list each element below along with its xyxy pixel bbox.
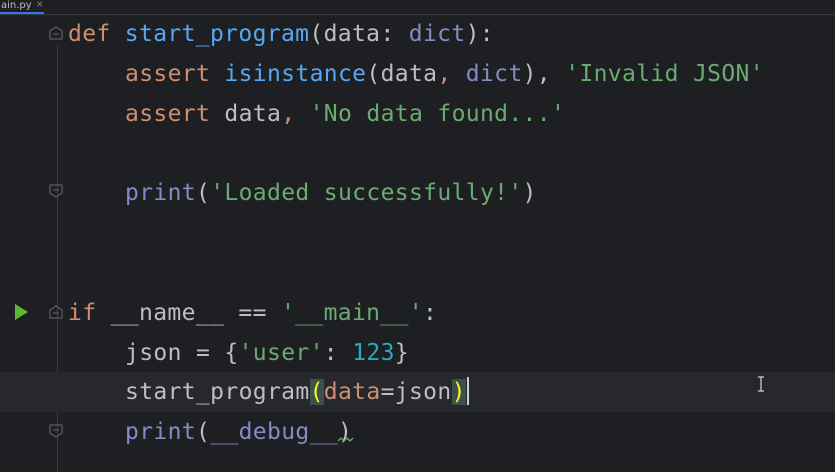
code-line-2[interactable]: assert isinstance(data, dict), 'Invalid … xyxy=(125,54,764,94)
param-name: data xyxy=(323,21,381,47)
run-arrow-icon[interactable] xyxy=(12,303,30,321)
code-line-7[interactable]: start_program(data=json) xyxy=(125,372,469,412)
identifier: data xyxy=(380,61,438,87)
paren: ( xyxy=(366,61,381,87)
dunder-name: __debug__ xyxy=(210,419,338,445)
type-hint: dict xyxy=(408,21,466,47)
keyword-assert: assert xyxy=(125,61,211,87)
builtin-print: print xyxy=(125,180,196,206)
operator: = xyxy=(380,379,395,405)
code-line-6[interactable]: json = {'user': 123} xyxy=(125,333,409,373)
text-caret xyxy=(466,377,469,405)
tab-main-py[interactable]: ain.py × xyxy=(0,0,44,14)
string-literal: 'Loaded successfully!' xyxy=(210,180,523,206)
code-line-5[interactable]: if __name__ == '__main__': xyxy=(68,293,437,333)
comma: , xyxy=(437,61,452,87)
paren: ) xyxy=(522,180,537,206)
identifier: json xyxy=(394,379,452,405)
paren: ( xyxy=(309,21,324,47)
paren: ): xyxy=(465,21,494,47)
colon: : xyxy=(380,21,395,47)
editor-tab-bar: ain.py × xyxy=(0,0,835,15)
paren: ( xyxy=(196,419,211,445)
dunder-name: __name__ xyxy=(110,300,225,326)
colon: : xyxy=(422,300,438,326)
function-name: start_program xyxy=(124,21,310,47)
warning-squiggle-icon xyxy=(338,437,354,442)
colon: : xyxy=(323,340,338,366)
keyword-if: if xyxy=(68,300,97,326)
keyword-assert: assert xyxy=(125,101,211,127)
identifier: data xyxy=(224,101,282,127)
fold-end-marker-icon[interactable] xyxy=(49,424,63,438)
builtin-call: isinstance xyxy=(224,61,367,87)
brace: { xyxy=(224,340,239,366)
operator: = xyxy=(196,340,211,366)
tab-filename: ain.py xyxy=(1,0,32,11)
code-line-3[interactable]: assert data, 'No data found...' xyxy=(125,94,565,134)
matched-paren: ( xyxy=(309,379,324,405)
builtin-type: dict xyxy=(465,61,523,87)
fold-marker-icon[interactable] xyxy=(49,305,63,319)
fold-end-marker-icon[interactable] xyxy=(49,184,63,198)
brace: } xyxy=(394,340,409,366)
code-editor[interactable]: ain.py × def start_program(data: dict): … xyxy=(0,0,835,472)
identifier: json xyxy=(125,340,182,366)
builtin-print: print xyxy=(125,419,196,445)
keyword-argument: data xyxy=(323,379,381,405)
keyword-def: def xyxy=(68,21,111,47)
paren: ( xyxy=(196,180,211,206)
function-call: start_program xyxy=(125,379,310,405)
close-icon[interactable]: × xyxy=(36,0,44,11)
string-literal: 'user' xyxy=(238,340,324,366)
matched-paren: ) xyxy=(451,379,466,405)
code-line-4[interactable]: print('Loaded successfully!') xyxy=(125,173,537,213)
fold-marker-icon[interactable] xyxy=(49,26,63,40)
string-literal: 'Invalid JSON' xyxy=(565,61,764,87)
operator: == xyxy=(238,300,267,326)
number-literal: 123 xyxy=(352,340,395,366)
string-literal: '__main__' xyxy=(281,300,423,326)
comma: , xyxy=(281,101,296,127)
paren: ), xyxy=(522,61,551,87)
code-line-1[interactable]: def start_program(data: dict): xyxy=(68,14,494,54)
code-line-8[interactable]: print(__debug__) xyxy=(125,412,352,452)
text-cursor-icon xyxy=(758,376,764,392)
string-literal: 'No data found...' xyxy=(309,101,566,127)
